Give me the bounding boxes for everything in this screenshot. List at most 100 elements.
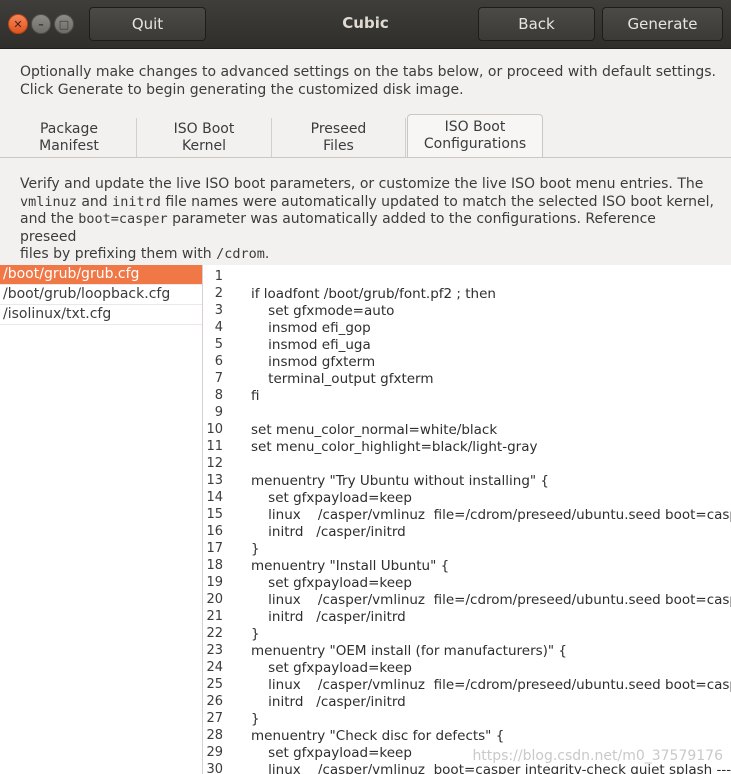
- tab-preseed-files[interactable]: Preseed Files: [272, 118, 406, 157]
- editor-line[interactable]: 12: [203, 456, 731, 473]
- description-line-4: files by prefixing them with /cdrom.: [20, 246, 714, 264]
- line-number: 11: [206, 439, 223, 454]
- editor-line[interactable]: 4 insmod efi_gop: [203, 320, 731, 337]
- tab-label-line-1: Package: [39, 120, 99, 137]
- line-code[interactable]: }: [251, 711, 260, 727]
- line-number: 12: [206, 456, 223, 471]
- line-number: 22: [206, 626, 223, 641]
- line-code[interactable]: insmod gfxterm: [251, 354, 375, 370]
- line-number: 30: [206, 762, 223, 774]
- editor-line[interactable]: 21 initrd /casper/initrd: [203, 609, 731, 626]
- line-code[interactable]: menuentry "Install Ubuntu" {: [251, 558, 449, 574]
- editor-line[interactable]: 25 linux /casper/vmlinuz file=/cdrom/pre…: [203, 677, 731, 694]
- line-code[interactable]: insmod efi_uga: [251, 337, 371, 353]
- editor-line[interactable]: 13 menuentry "Try Ubuntu without installi…: [203, 473, 731, 490]
- line-code[interactable]: set gfxpayload=keep: [251, 745, 412, 761]
- initrd-code: initrd: [112, 193, 161, 210]
- tab-iso-boot-kernel[interactable]: ISO Boot Kernel: [137, 118, 272, 157]
- editor-line[interactable]: 24 set gfxpayload=keep: [203, 660, 731, 677]
- editor-line[interactable]: 15 linux /casper/vmlinuz file=/cdrom/pre…: [203, 507, 731, 524]
- line-number: 23: [206, 643, 223, 658]
- editor-line[interactable]: 10 set menu_color_normal=white/black: [203, 422, 731, 439]
- line-code[interactable]: if loadfont /boot/grub/font.pf2 ; then: [251, 286, 496, 302]
- line-code[interactable]: linux /casper/vmlinuz file=/cdrom/presee…: [251, 507, 731, 523]
- generate-button[interactable]: Generate: [602, 7, 723, 41]
- line-number: 16: [206, 524, 223, 539]
- line-code[interactable]: initrd /casper/initrd: [251, 694, 406, 710]
- line-code[interactable]: terminal_output gfxterm: [251, 371, 433, 387]
- description-text-4a: files by prefixing them with: [20, 246, 217, 262]
- editor-line[interactable]: 26 initrd /casper/initrd: [203, 694, 731, 711]
- line-code[interactable]: set menu_color_normal=white/black: [251, 422, 497, 438]
- line-code[interactable]: }: [251, 626, 260, 642]
- line-number: 26: [206, 694, 223, 709]
- editor-line[interactable]: 1: [203, 269, 731, 286]
- config-file-list: /boot/grub/grub.cfg /boot/grub/loopback.…: [0, 265, 203, 774]
- editor-line[interactable]: 7 terminal_output gfxterm: [203, 371, 731, 388]
- line-code[interactable]: set gfxpayload=keep: [251, 660, 412, 676]
- line-number: 20: [206, 592, 223, 607]
- editor-line[interactable]: 2 if loadfont /boot/grub/font.pf2 ; then: [203, 286, 731, 303]
- editor-line[interactable]: 28 menuentry "Check disc for defects" {: [203, 728, 731, 745]
- editor-line[interactable]: 11 set menu_color_highlight=black/light-g…: [203, 439, 731, 456]
- editor-line[interactable]: 9: [203, 405, 731, 422]
- vmlinuz-code: vmlinuz: [20, 193, 77, 210]
- editor-line[interactable]: 20 linux /casper/vmlinuz file=/cdrom/pre…: [203, 592, 731, 609]
- line-code[interactable]: menuentry "OEM install (for manufacturer…: [251, 643, 567, 659]
- line-code[interactable]: }: [251, 541, 260, 557]
- line-code[interactable]: initrd /casper/initrd: [251, 609, 406, 625]
- editor-line[interactable]: 27}: [203, 711, 731, 728]
- file-item-grub-cfg[interactable]: /boot/grub/grub.cfg: [0, 265, 202, 285]
- line-number: 25: [206, 677, 223, 692]
- line-number: 8: [214, 388, 223, 403]
- line-number: 1: [214, 269, 223, 284]
- editor-line[interactable]: 23 menuentry "OEM install (for manufactur…: [203, 643, 731, 660]
- file-item-loopback-cfg[interactable]: /boot/grub/loopback.cfg: [0, 285, 202, 305]
- editor-line[interactable]: 16 initrd /casper/initrd: [203, 524, 731, 541]
- line-code[interactable]: set gfxmode=auto: [251, 303, 394, 319]
- back-button[interactable]: Back: [478, 7, 595, 41]
- line-code[interactable]: initrd /casper/initrd: [251, 524, 406, 540]
- editor-line[interactable]: 3 set gfxmode=auto: [203, 303, 731, 320]
- editor-line[interactable]: 5 insmod efi_uga: [203, 337, 731, 354]
- editor-line[interactable]: 18 menuentry "Install Ubuntu" {: [203, 558, 731, 575]
- tab-divider: [0, 157, 731, 158]
- file-item-txt-cfg[interactable]: /isolinux/txt.cfg: [0, 305, 202, 325]
- line-code[interactable]: set gfxpayload=keep: [251, 575, 412, 591]
- description-text-2: file names were automatically updated to…: [160, 193, 714, 210]
- editor-line[interactable]: 6 insmod gfxterm: [203, 354, 731, 371]
- editor-line[interactable]: 14 set gfxpayload=keep: [203, 490, 731, 507]
- line-number: 9: [214, 405, 223, 420]
- editor-line[interactable]: 22}: [203, 626, 731, 643]
- line-number: 19: [206, 575, 223, 590]
- line-code[interactable]: linux /casper/vmlinuz file=/cdrom/presee…: [251, 592, 731, 608]
- line-code[interactable]: linux /casper/vmlinuz file=/cdrom/presee…: [251, 677, 731, 693]
- editor-line[interactable]: 8 fi: [203, 388, 731, 405]
- editor-line[interactable]: 19 set gfxpayload=keep: [203, 575, 731, 592]
- tab-package-manifest[interactable]: Package Manifest: [2, 118, 137, 157]
- line-code[interactable]: fi: [251, 388, 260, 404]
- tab-label-line-1: Preseed: [310, 120, 367, 137]
- tab-label-line-2: Manifest: [39, 137, 99, 154]
- line-code[interactable]: set gfxpayload=keep: [251, 490, 412, 506]
- line-number: 29: [206, 745, 223, 760]
- line-code[interactable]: menuentry "Check disc for defects" {: [251, 728, 504, 744]
- header-bar: ✕ – □ Quit Cubic Back Generate: [0, 0, 731, 49]
- config-editor[interactable]: 1 2 if loadfont /boot/grub/font.pf2 ; then…: [203, 265, 731, 774]
- line-number: 7: [214, 371, 223, 386]
- line-code[interactable]: set menu_color_highlight=black/light-gra…: [251, 439, 537, 455]
- line-code[interactable]: insmod efi_gop: [251, 320, 371, 336]
- description-and: and: [76, 193, 113, 210]
- editor-line[interactable]: 17}: [203, 541, 731, 558]
- line-number: 5: [214, 337, 223, 352]
- settings-tabs: Package Manifest ISO Boot Kernel Preseed Fi…: [0, 112, 731, 158]
- watermark-text: https://blog.csdn.net/m0_37579176: [472, 748, 723, 764]
- line-number: 10: [206, 422, 223, 437]
- line-number: 27: [206, 711, 223, 726]
- cdrom-code: /cdrom: [216, 246, 265, 262]
- tab-label-line-1: ISO Boot: [173, 120, 235, 137]
- intro-line-1: Optionally make changes to advanced sett…: [20, 64, 717, 80]
- line-code[interactable]: menuentry "Try Ubuntu without installing…: [251, 473, 549, 489]
- line-number: 4: [214, 320, 223, 335]
- tab-iso-boot-configurations[interactable]: ISO Boot Configurations: [407, 114, 543, 158]
